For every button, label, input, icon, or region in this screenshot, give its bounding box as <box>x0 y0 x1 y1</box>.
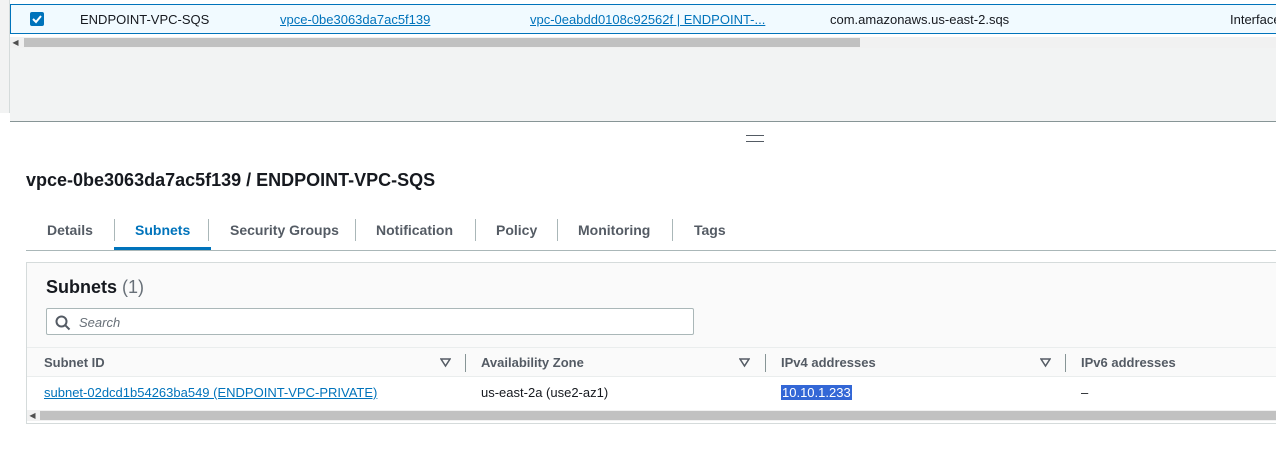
subnet-id-link[interactable]: subnet-02dcd1b54263ba549 (ENDPOINT-VPC-P… <box>44 377 377 409</box>
subnets-panel: Subnets (1) Subnet ID Availability Zone … <box>26 262 1276 424</box>
column-header-subnet-id[interactable]: Subnet ID <box>44 348 105 378</box>
column-header-ipv4[interactable]: IPv4 addresses <box>781 348 876 378</box>
endpoints-table-row[interactable]: ENDPOINT-VPC-SQS vpce-0be3063da7ac5f139 … <box>10 4 1276 34</box>
row-checkbox[interactable] <box>30 12 44 26</box>
ipv6-address-cell: – <box>1081 385 1089 400</box>
resize-handle-icon[interactable] <box>746 135 764 142</box>
tab-notification[interactable]: Notification <box>355 217 474 250</box>
availability-zone-cell: us-east-2a (use2-az1) <box>481 385 609 400</box>
detail-title: vpce-0be3063da7ac5f139 / ENDPOINT-VPC-SQ… <box>26 170 436 190</box>
search-input[interactable] <box>79 312 679 332</box>
scrollbar-thumb[interactable] <box>24 38 860 47</box>
service-name: com.amazonaws.us-east-2.sqs <box>830 12 1010 27</box>
tab-tags[interactable]: Tags <box>673 217 747 250</box>
tab-monitoring[interactable]: Monitoring <box>557 217 671 250</box>
vpc-id-link[interactable]: vpc-0eabdd0108c92562f | ENDPOINT-... <box>530 5 790 35</box>
column-separator[interactable] <box>465 354 466 372</box>
detail-tabs: Details Subnets Security Groups Notifica… <box>26 217 1276 251</box>
panel-header: Subnets (1) <box>27 263 1276 347</box>
tab-policy[interactable]: Policy <box>475 217 558 250</box>
search-icon <box>55 315 71 331</box>
panel-title: Subnets (1) <box>46 277 144 298</box>
table-row: subnet-02dcd1b54263ba549 (ENDPOINT-VPC-P… <box>27 377 1276 409</box>
sort-icon[interactable] <box>1040 357 1051 368</box>
subnets-count: (1) <box>122 277 145 297</box>
tab-security-groups[interactable]: Security Groups <box>209 217 360 250</box>
table-header: Subnet ID Availability Zone IPv4 address… <box>27 347 1276 377</box>
column-header-availability-zone[interactable]: Availability Zone <box>481 348 584 378</box>
split-divider <box>10 121 1276 122</box>
scroll-left-icon[interactable]: ◀ <box>10 37 21 48</box>
top-table-scrollbar[interactable]: ◀ <box>10 37 1276 48</box>
column-separator[interactable] <box>1065 354 1066 372</box>
column-header-ipv6[interactable]: IPv6 addresses <box>1081 348 1176 378</box>
split-area <box>10 48 1276 122</box>
tab-details[interactable]: Details <box>26 217 114 250</box>
column-separator[interactable] <box>765 354 766 372</box>
endpoint-name: ENDPOINT-VPC-SQS <box>80 12 210 27</box>
subnets-table-scrollbar[interactable]: ◀ <box>27 410 1276 421</box>
endpoint-type: Interface <box>1230 12 1276 27</box>
left-rail <box>0 0 10 113</box>
tab-subnets[interactable]: Subnets <box>114 217 212 250</box>
sort-icon[interactable] <box>440 357 451 368</box>
ipv4-address-cell: 10.10.1.233 <box>781 385 852 400</box>
scroll-left-icon[interactable]: ◀ <box>27 410 38 421</box>
search-box[interactable] <box>46 308 694 335</box>
scrollbar-thumb[interactable] <box>40 411 1276 420</box>
sort-icon[interactable] <box>739 357 750 368</box>
checkmark-icon <box>32 15 42 24</box>
endpoint-id-link[interactable]: vpce-0be3063da7ac5f139 <box>280 5 430 35</box>
subnets-heading: Subnets <box>46 277 118 297</box>
